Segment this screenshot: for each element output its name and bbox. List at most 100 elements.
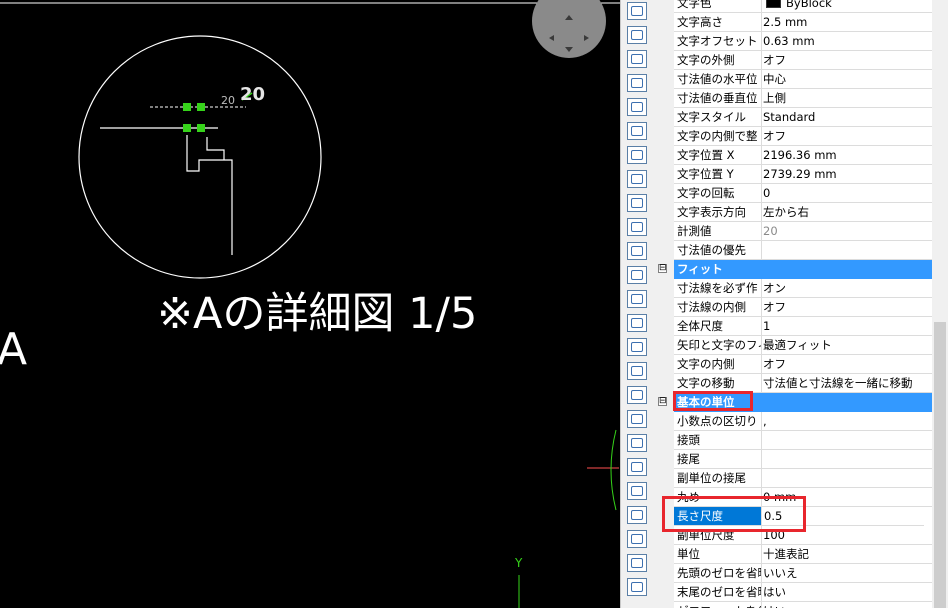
collapse-toggle-icon[interactable]: ⊟ <box>658 264 667 273</box>
property-value[interactable]: はい <box>762 583 932 602</box>
property-value[interactable]: オフ <box>762 298 932 317</box>
property-value[interactable] <box>762 431 932 450</box>
property-value[interactable]: 0.63 mm <box>762 32 932 51</box>
property-row[interactable]: ゼロフィートを省略はい <box>653 602 932 608</box>
edit-tool-icon[interactable] <box>627 530 647 548</box>
property-row[interactable]: 文字の内側 オフ <box>653 355 932 374</box>
hatch-tool-icon[interactable] <box>627 506 647 524</box>
property-row[interactable]: 接尾 <box>653 450 932 469</box>
property-value[interactable] <box>762 241 932 260</box>
property-row[interactable]: 文字位置 Y 2739.29 mm <box>653 165 932 184</box>
property-value[interactable]: ByBlock <box>762 0 932 13</box>
offset-tool-icon[interactable] <box>627 458 647 476</box>
property-row[interactable]: 文字表示方向 左から右 <box>653 203 932 222</box>
pen-tool-icon[interactable] <box>627 554 647 572</box>
property-value[interactable]: 2.5 mm <box>762 13 932 32</box>
property-row[interactable]: 文字スタイル Standard <box>653 108 932 127</box>
property-row[interactable]: 接頭 <box>653 431 932 450</box>
property-value[interactable]: オフ <box>762 127 932 146</box>
property-value[interactable]: オフ <box>762 355 932 374</box>
property-row[interactable]: 全体尺度 1 <box>653 317 932 336</box>
property-value[interactable] <box>762 469 932 488</box>
box-tool-icon[interactable] <box>627 578 647 596</box>
property-row[interactable]: 文字オフセット 0.63 mm <box>653 32 932 51</box>
copy-tool-icon[interactable] <box>627 2 647 20</box>
property-row[interactable]: 文字色 ByBlock <box>653 0 932 13</box>
property-value[interactable]: はい <box>762 602 932 608</box>
property-name: 文字の内側 <box>674 355 762 374</box>
chamfer-tool-icon[interactable] <box>627 434 647 452</box>
fillet-tool-icon[interactable] <box>627 410 647 428</box>
paint-tool-icon[interactable] <box>627 50 647 68</box>
dropper-tool-icon[interactable] <box>627 74 647 92</box>
explode-tool-icon[interactable] <box>627 482 647 500</box>
properties-scrollbar[interactable] <box>932 0 948 608</box>
extend-tool-icon[interactable] <box>627 290 647 308</box>
property-row[interactable]: 寸法値の水平位 中心 <box>653 70 932 89</box>
category-row[interactable]: ⊟ フィット <box>653 260 932 279</box>
property-value[interactable]: Standard <box>762 108 932 127</box>
property-value[interactable]: 左から右 <box>762 203 932 222</box>
mirror-3d-tool-icon[interactable] <box>627 194 647 212</box>
property-value[interactable]: 最適フィット <box>762 336 932 355</box>
scrollbar-thumb[interactable] <box>934 322 946 608</box>
property-value[interactable]: 0 <box>762 184 932 203</box>
measure-tool-icon[interactable] <box>627 386 647 404</box>
collapse-toggle-icon[interactable]: ⊟ <box>658 397 667 406</box>
property-row[interactable]: 文字の内側で整 オフ <box>653 127 932 146</box>
trim-tool-icon[interactable] <box>627 314 647 332</box>
property-row[interactable]: 先頭のゼロを省略 いいえ <box>653 564 932 583</box>
row-gutter <box>653 298 674 317</box>
dimension-text[interactable]: 20 <box>240 84 265 105</box>
property-value-text: オフ <box>763 53 786 67</box>
property-name: 計測値 <box>674 222 762 241</box>
property-row[interactable]: 計測値 20 <box>653 222 932 241</box>
property-row[interactable]: 文字高さ 2.5 mm <box>653 13 932 32</box>
property-row[interactable]: 末尾のゼロを省略 はい <box>653 583 932 602</box>
property-value[interactable]: 2739.29 mm <box>762 165 932 184</box>
property-name: 文字スタイル <box>674 108 762 127</box>
join-tool-icon[interactable] <box>627 362 647 380</box>
align-tool-icon[interactable] <box>627 146 647 164</box>
property-value-text: はい <box>763 604 786 608</box>
property-value[interactable]: 2196.36 mm <box>762 146 932 165</box>
scale-tool-icon[interactable] <box>627 98 647 116</box>
property-row[interactable]: 文字位置 X 2196.36 mm <box>653 146 932 165</box>
property-value[interactable]: オン <box>762 279 932 298</box>
property-row[interactable]: 矢印と文字のフィ 最適フィット <box>653 336 932 355</box>
property-row[interactable]: 単位 十進表記 <box>653 545 932 564</box>
navigation-wheel[interactable] <box>532 0 606 58</box>
property-row[interactable]: 寸法線の内側 オフ <box>653 298 932 317</box>
row-gutter <box>653 355 674 374</box>
property-row[interactable]: 寸法線を必ず作 オン <box>653 279 932 298</box>
drawing-canvas[interactable]: ※Aの詳細図 1/5 A 20 20 Y <box>0 0 620 608</box>
property-value[interactable]: いいえ <box>762 564 932 583</box>
property-value[interactable]: オフ <box>762 51 932 70</box>
property-row[interactable]: 副単位の接尾 <box>653 469 932 488</box>
grip-handle <box>183 103 191 111</box>
property-row[interactable]: 寸法値の優先 <box>653 241 932 260</box>
property-value[interactable]: 寸法値と寸法線を一緒に移動 <box>762 374 932 393</box>
row-gutter <box>653 89 674 108</box>
mirror-tool-icon[interactable] <box>627 170 647 188</box>
break-tool-icon[interactable] <box>627 338 647 356</box>
property-value[interactable] <box>762 450 932 469</box>
array-tool-icon[interactable] <box>627 218 647 236</box>
color-swatch <box>766 0 781 8</box>
orbit-tool-icon[interactable] <box>627 122 647 140</box>
stretch-tool-icon[interactable] <box>627 266 647 284</box>
property-value[interactable]: 十進表記 <box>762 545 932 564</box>
property-row[interactable]: 文字の外側 オフ <box>653 51 932 70</box>
distribute-tool-icon[interactable] <box>627 242 647 260</box>
property-row[interactable]: 小数点の区切り, <box>653 412 932 431</box>
property-value[interactable]: , <box>762 412 932 431</box>
rotate-3d-tool-icon[interactable] <box>627 26 647 44</box>
property-row[interactable]: 寸法値の垂直位 上側 <box>653 89 932 108</box>
property-value[interactable]: 1 <box>762 317 932 336</box>
property-name: 文字オフセット <box>674 32 762 51</box>
property-value[interactable]: 上側 <box>762 89 932 108</box>
property-value[interactable]: 20 <box>762 222 932 241</box>
property-value[interactable]: 中心 <box>762 70 932 89</box>
property-row[interactable]: 文字の回転 0 <box>653 184 932 203</box>
property-name: ゼロフィートを省略 <box>674 602 762 608</box>
